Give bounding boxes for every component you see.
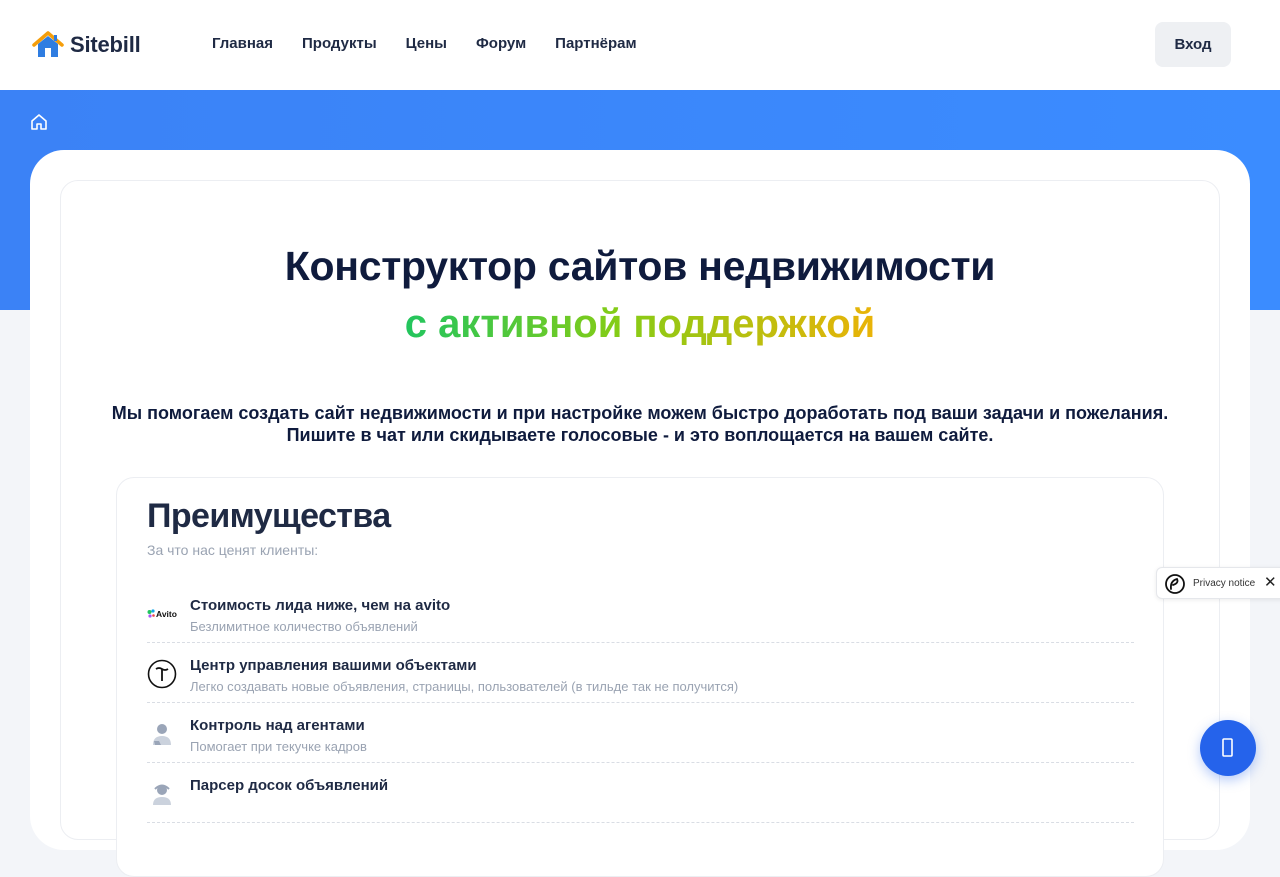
logo[interactable]: Sitebill — [32, 30, 141, 60]
privacy-notice-label: Privacy notice — [1193, 578, 1256, 589]
chat-icon — [1222, 738, 1233, 757]
page-title-accent-text: с активной поддержкой — [404, 302, 876, 346]
advantages-title: Преимущества — [147, 497, 391, 535]
advantage-title: Стоимость лида ниже, чем на avito — [190, 597, 451, 614]
page-title: Конструктор сайтов недвижимости — [284, 243, 996, 289]
advantage-desc: Безлимитное количество объявлений — [190, 619, 418, 634]
breadcrumb-home-icon[interactable] — [29, 112, 49, 137]
chat-button[interactable] — [1200, 720, 1256, 776]
login-button[interactable]: Вход — [1155, 22, 1231, 67]
page-title-accent: с активной поддержкой — [0, 302, 1280, 347]
advantage-title: Контроль над агентами — [190, 717, 365, 734]
nav-item-prices[interactable]: Цены — [406, 35, 447, 52]
advantage-item: Парсер досок объявлений — [147, 763, 1134, 823]
privacy-logo-icon — [1165, 574, 1185, 594]
header: Sitebill Главная Продукты Цены Форум Пар… — [0, 0, 1280, 90]
privacy-close-icon[interactable]: ✕ — [1264, 574, 1277, 592]
advantage-desc: Легко создавать новые объявления, страни… — [190, 679, 739, 694]
nav-item-partners[interactable]: Партнёрам — [555, 35, 636, 52]
privacy-notice[interactable]: Privacy notice ✕ — [1156, 567, 1280, 599]
hero-lead-line-1: Мы помогаем создать сайт недвижимости и … — [111, 403, 1169, 423]
house-logo-icon — [32, 31, 64, 57]
advantage-title: Парсер досок объявлений — [190, 777, 389, 794]
advantage-title: Центр управления вашими объектами — [190, 657, 477, 674]
nav-item-home[interactable]: Главная — [212, 35, 273, 52]
main-nav: Главная Продукты Цены Форум Партнёрам — [212, 35, 666, 52]
avito-logo-icon: Avito — [147, 599, 177, 629]
advantage-item: Центр управления вашими объектами Легко … — [147, 643, 1134, 703]
parser-icon — [147, 779, 177, 809]
hero-lead: Мы помогаем создать сайт недвижимости и … — [0, 402, 1280, 446]
logo-text: Sitebill — [70, 32, 141, 57]
advantage-desc: Помогает при текучке кадров — [190, 739, 367, 754]
advantages-subtitle: За что нас ценят клиенты: — [147, 542, 319, 558]
agent-icon — [147, 719, 177, 749]
tilda-icon — [147, 659, 177, 689]
nav-item-products[interactable]: Продукты — [302, 35, 377, 52]
nav-item-forum[interactable]: Форум — [476, 35, 526, 52]
hero-lead-line-2: Пишите в чат или скидываете голосовые - … — [286, 425, 994, 445]
avito-logo-text: Avito — [156, 609, 177, 619]
advantage-item: Контроль над агентами Помогает при текуч… — [147, 703, 1134, 763]
advantage-item: Avito Стоимость лида ниже, чем на avito … — [147, 583, 1134, 643]
